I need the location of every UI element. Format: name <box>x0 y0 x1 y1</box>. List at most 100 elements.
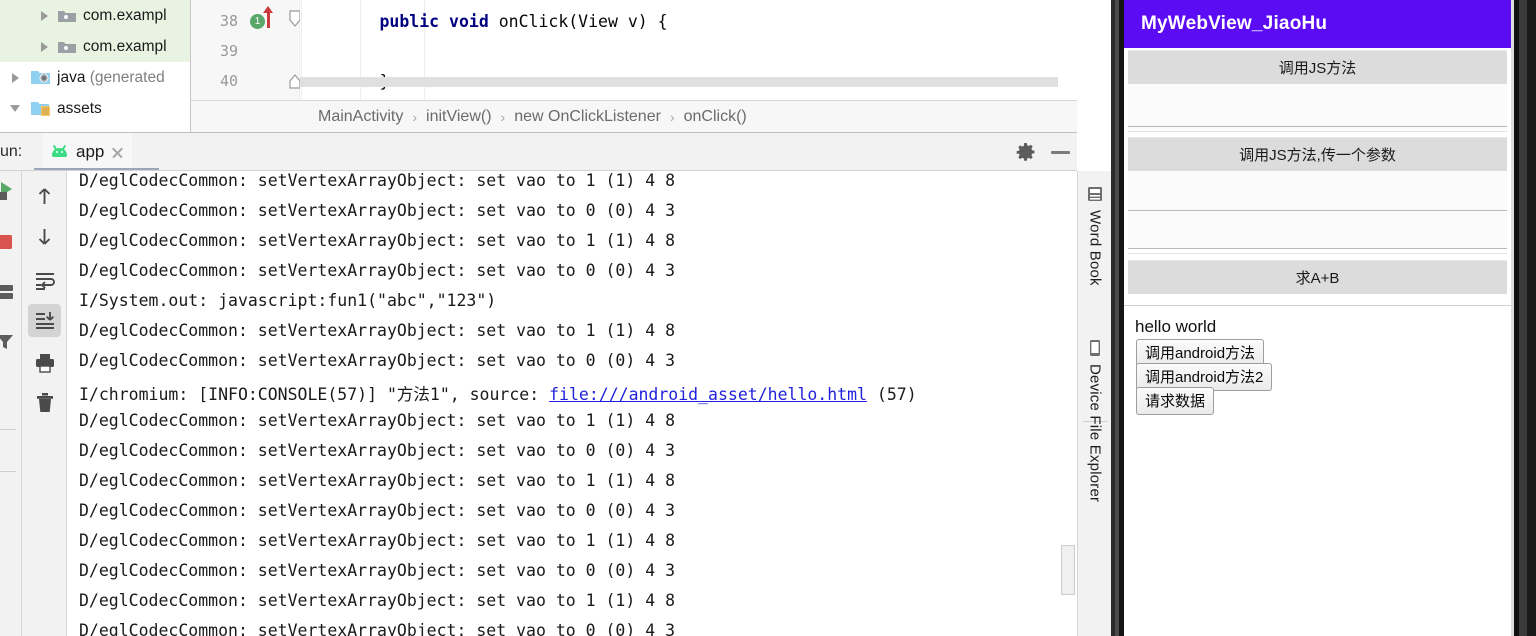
logcat-output[interactable]: D/eglCodecCommon: setVertexArrayObject: … <box>67 171 1061 636</box>
restart-icon[interactable] <box>0 281 16 303</box>
run-panel-label: un: <box>0 143 23 160</box>
screen-root: com.exampl com.exampl java (generated as… <box>0 0 1536 636</box>
button-spacer <box>1128 84 1507 131</box>
assets-folder-icon <box>28 100 54 117</box>
device-screen[interactable]: MyWebView_JiaoHu 调用JS方法 调用JS方法,传一个参数 求A+… <box>1124 0 1511 636</box>
list-divider <box>1128 248 1507 249</box>
list-divider <box>1128 126 1507 127</box>
line-number: 39 <box>219 42 238 60</box>
project-tree-panel[interactable]: com.exampl com.exampl java (generated as… <box>0 0 191 133</box>
breadcrumb-separator: › <box>500 108 506 125</box>
console-scrollbar-thumb[interactable] <box>1061 545 1075 595</box>
line-number: 38 <box>219 12 238 30</box>
implementing-method-arrow-icon[interactable] <box>263 6 273 28</box>
code-line-38: public void onClick(View v) { <box>379 12 668 31</box>
breadcrumb-item-onclicklistener[interactable]: new OnClickListener <box>514 108 661 126</box>
line-number: 40 <box>219 72 238 90</box>
tree-item-com-example-2[interactable]: com.exampl <box>0 31 191 62</box>
device-icon <box>1086 339 1104 357</box>
native-button-sum-ab[interactable]: 求A+B <box>1128 260 1507 294</box>
log-line: D/eglCodecCommon: setVertexArrayObject: … <box>79 321 676 340</box>
editor-and-tree-area: com.exampl com.exampl java (generated as… <box>0 0 1078 133</box>
tree-collapse-arrow-icon[interactable] <box>2 105 28 112</box>
tree-item-label: java (generated <box>57 68 165 86</box>
device-bezel <box>1527 0 1536 636</box>
log-line-chromium: I/chromium: [INFO:CONSOLE(57)] "方法1", so… <box>79 385 917 404</box>
minimize-icon[interactable] <box>1051 151 1070 154</box>
down-arrow-icon[interactable] <box>28 220 61 253</box>
log-line: D/eglCodecCommon: setVertexArrayObject: … <box>79 261 676 280</box>
breadcrumb-separator: › <box>412 108 418 125</box>
tree-expand-arrow-icon[interactable] <box>2 10 54 21</box>
tool-tab-device-file-explorer[interactable]: Device File Explorer <box>1078 339 1112 502</box>
up-arrow-icon[interactable] <box>28 180 61 213</box>
breadcrumb-item-onclick[interactable]: onClick() <box>684 108 747 126</box>
code-editor[interactable]: 38 39 40 1 public void onClick(View v) {… <box>191 0 1078 133</box>
tree-item-com-example-1[interactable]: com.exampl <box>0 0 191 31</box>
log-line: D/eglCodecCommon: setVertexArrayObject: … <box>79 531 676 550</box>
ide-window: com.exampl com.exampl java (generated as… <box>0 0 1111 636</box>
list-divider <box>1128 131 1507 132</box>
native-button-call-js-with-param[interactable]: 调用JS方法,传一个参数 <box>1128 137 1507 171</box>
log-source-link[interactable]: file:///android_asset/hello.html <box>549 385 867 404</box>
log-line: D/eglCodecCommon: setVertexArrayObject: … <box>79 591 676 610</box>
breadcrumb-item-initview[interactable]: initView() <box>426 108 492 126</box>
editor-gutter[interactable]: 38 39 40 1 <box>191 0 300 100</box>
tool-tab-label: Device File Explorer <box>1086 364 1104 503</box>
web-button-request-data[interactable]: 请求数据 <box>1136 387 1215 415</box>
trash-icon[interactable] <box>28 386 61 419</box>
package-folder-icon <box>54 39 80 55</box>
soft-wrap-icon[interactable] <box>28 264 61 297</box>
log-line: D/eglCodecCommon: setVertexArrayObject: … <box>79 411 676 430</box>
gear-icon[interactable] <box>1015 142 1036 163</box>
log-line: D/eglCodecCommon: setVertexArrayObject: … <box>79 561 676 580</box>
webview-text: hello world <box>1135 317 1217 336</box>
stop-icon[interactable] <box>0 231 16 253</box>
code-selection-underline <box>300 77 1058 87</box>
log-line: D/eglCodecCommon: setVertexArrayObject: … <box>79 471 676 490</box>
run-panel-header: un: app <box>0 133 1078 171</box>
breadcrumb-item-mainactivity[interactable]: MainActivity <box>318 108 403 126</box>
run-tab-app[interactable]: app <box>42 133 133 171</box>
emulator-device: MyWebView_JiaoHu 调用JS方法 调用JS方法,传一个参数 求A+… <box>1111 0 1536 636</box>
breadcrumb-separator: › <box>669 108 675 125</box>
tree-item-assets[interactable]: assets <box>0 93 191 124</box>
tree-expand-arrow-icon[interactable] <box>2 72 28 83</box>
log-line: D/eglCodecCommon: setVertexArrayObject: … <box>79 351 676 370</box>
app-title-bar: MyWebView_JiaoHu <box>1124 0 1511 48</box>
button-spacer <box>1128 211 1507 248</box>
tree-item-label: com.exampl <box>83 37 167 55</box>
android-robot-icon <box>50 144 69 159</box>
close-icon[interactable] <box>111 146 124 159</box>
tree-item-java-generated[interactable]: java (generated <box>0 62 191 93</box>
package-folder-icon <box>54 8 80 24</box>
log-line: D/eglCodecCommon: setVertexArrayObject: … <box>79 441 676 460</box>
rerun-icon[interactable] <box>0 179 16 201</box>
logcat-toolbar <box>22 171 67 636</box>
device-bezel <box>1519 0 1527 636</box>
override-method-marker-icon[interactable]: 1 <box>250 14 265 29</box>
log-line: D/eglCodecCommon: setVertexArrayObject: … <box>79 171 676 190</box>
right-tool-window-bar: Word Book Device File Explorer <box>1077 171 1111 636</box>
log-line: D/eglCodecCommon: setVertexArrayObject: … <box>79 501 676 520</box>
log-line-system-out: I/System.out: javascript:fun1("abc","123… <box>79 291 497 310</box>
log-line: D/eglCodecCommon: setVertexArrayObject: … <box>79 621 676 636</box>
tool-tab-word-book[interactable]: Word Book <box>1078 185 1112 286</box>
scroll-to-end-icon[interactable] <box>28 304 61 337</box>
run-controls-strip[interactable] <box>0 171 22 636</box>
tree-item-label: assets <box>57 99 102 117</box>
app-title: MyWebView_JiaoHu <box>1141 13 1328 34</box>
native-button-call-js[interactable]: 调用JS方法 <box>1128 50 1507 84</box>
log-line: D/eglCodecCommon: setVertexArrayObject: … <box>79 231 676 250</box>
tree-expand-arrow-icon[interactable] <box>2 41 54 52</box>
tree-item-label: com.exampl <box>83 6 167 24</box>
print-icon[interactable] <box>28 346 61 379</box>
tool-tab-label: Word Book <box>1086 210 1104 286</box>
filter-icon[interactable] <box>0 331 16 353</box>
book-icon <box>1086 185 1104 203</box>
webview-content[interactable]: hello world 调用android方法 调用android方法2 请求数… <box>1124 305 1511 636</box>
breadcrumb[interactable]: MainActivity › initView() › new OnClickL… <box>191 101 1078 132</box>
log-line: D/eglCodecCommon: setVertexArrayObject: … <box>79 201 676 220</box>
run-tab-label: app <box>76 142 105 161</box>
list-divider <box>1128 253 1507 254</box>
